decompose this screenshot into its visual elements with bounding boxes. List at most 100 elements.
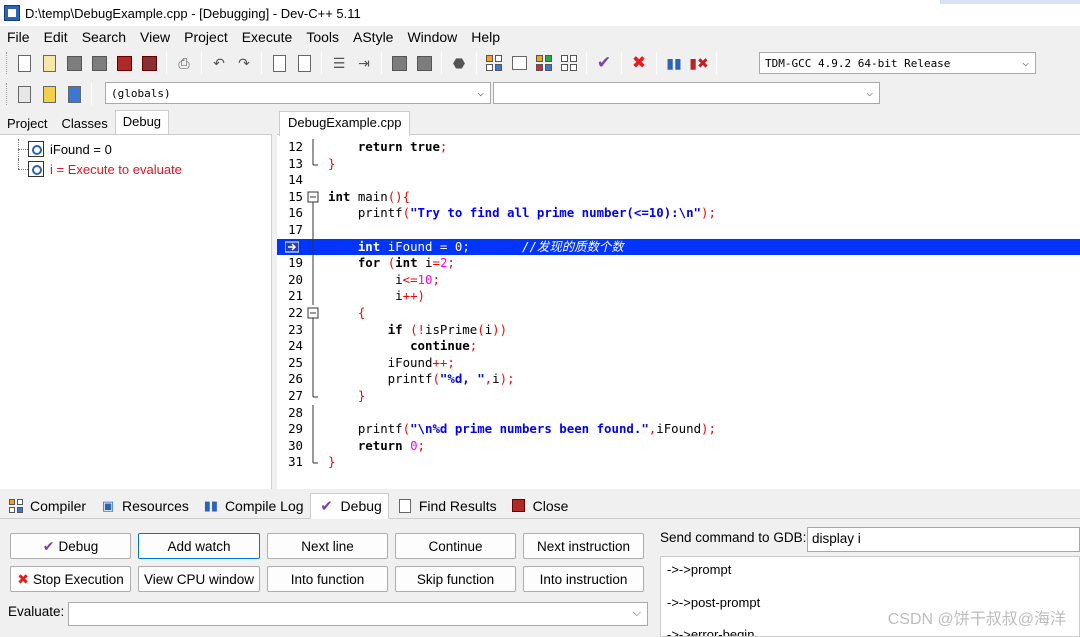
- skip-function-button[interactable]: Skip function: [395, 566, 516, 592]
- code-line[interactable]: 21 i++): [277, 288, 1080, 306]
- tab-compile-log[interactable]: ▮▮ Compile Log: [195, 493, 310, 519]
- fold-marker[interactable]: [307, 271, 321, 289]
- tab-compiler[interactable]: Compiler: [0, 493, 92, 519]
- gdb-command-input[interactable]: display i: [807, 527, 1080, 552]
- new-project-icon[interactable]: [388, 52, 410, 74]
- tab-debugexample-cpp[interactable]: DebugExample.cpp: [279, 111, 411, 136]
- continue-button[interactable]: Continue: [395, 533, 516, 559]
- code-line[interactable]: 26 printf("%d, ",i);: [277, 371, 1080, 389]
- tab-project[interactable]: Project: [0, 113, 54, 134]
- menu-project[interactable]: Project: [177, 29, 235, 45]
- into-instruction-button[interactable]: Into instruction: [523, 566, 644, 592]
- menu-file[interactable]: File: [0, 29, 37, 45]
- code-text[interactable]: continue;: [328, 338, 477, 355]
- open-file-icon[interactable]: [38, 52, 60, 74]
- menu-view[interactable]: View: [133, 29, 177, 45]
- code-line[interactable]: 17: [277, 222, 1080, 239]
- code-line[interactable]: 13}: [277, 155, 1080, 173]
- fold-marker[interactable]: [307, 288, 321, 306]
- tab-debug-output[interactable]: ✔ Debug: [309, 492, 389, 519]
- tab-debug[interactable]: Debug: [114, 110, 170, 134]
- project-options-icon[interactable]: ⬣: [448, 52, 470, 74]
- compile-run-icon[interactable]: [533, 52, 555, 74]
- code-editor[interactable]: DebugExample.cpp 12 return true; 13} 14 15 i…: [277, 111, 1080, 489]
- watch-item[interactable]: i = Execute to evaluate: [10, 159, 182, 179]
- fold-marker[interactable]: [307, 354, 321, 372]
- code-line[interactable]: 16 printf("Try to find all prime number(…: [277, 205, 1080, 223]
- scope-select[interactable]: (globals) ⌵: [105, 82, 491, 104]
- menu-search[interactable]: Search: [75, 29, 133, 45]
- fold-marker[interactable]: [307, 388, 321, 405]
- stop-execution-button[interactable]: ✖ Stop Execution: [10, 566, 131, 592]
- fold-marker[interactable]: [307, 238, 321, 256]
- code-text[interactable]: return 0;: [328, 438, 425, 455]
- code-line[interactable]: 27 }: [277, 388, 1080, 405]
- code-line[interactable]: 30 return 0;: [277, 437, 1080, 455]
- menu-astyle[interactable]: AStyle: [346, 29, 400, 45]
- fold-marker[interactable]: [307, 305, 321, 322]
- code-line[interactable]: 25 iFound++;: [277, 354, 1080, 372]
- close-all-icon[interactable]: [138, 52, 160, 74]
- code-line[interactable]: 24 continue;: [277, 338, 1080, 356]
- code-line[interactable]: 15 int main(){: [277, 189, 1080, 206]
- fold-marker[interactable]: [307, 172, 321, 189]
- fold-marker[interactable]: [307, 404, 321, 422]
- next-line-button[interactable]: Next line: [267, 533, 388, 559]
- code-line[interactable]: 29 printf("\n%d prime numbers been found…: [277, 421, 1080, 439]
- fold-marker[interactable]: [307, 421, 321, 439]
- compiler-select[interactable]: TDM-GCC 4.9.2 64-bit Release ⌵: [759, 52, 1036, 74]
- fold-marker[interactable]: [307, 255, 321, 273]
- code-text[interactable]: i<=10;: [328, 272, 440, 289]
- code-text[interactable]: printf("%d, ",i);: [328, 371, 515, 388]
- fold-marker[interactable]: [307, 437, 321, 455]
- tab-find-results[interactable]: Find Results: [389, 493, 503, 519]
- menu-tools[interactable]: Tools: [299, 29, 346, 45]
- fold-marker[interactable]: [307, 205, 321, 223]
- run-icon[interactable]: [508, 52, 530, 74]
- code-line[interactable]: 20 i<=10;: [277, 271, 1080, 289]
- goto-line-icon[interactable]: ⇥: [353, 52, 375, 74]
- next-instruction-button[interactable]: Next instruction: [523, 533, 644, 559]
- replace-icon[interactable]: [293, 52, 315, 74]
- stop-execution-icon[interactable]: ✖: [628, 52, 650, 74]
- rebuild-all-icon[interactable]: [558, 52, 580, 74]
- find-icon[interactable]: [268, 52, 290, 74]
- save-all-icon[interactable]: [88, 52, 110, 74]
- code-line[interactable]: 14: [277, 172, 1080, 189]
- tab-resources[interactable]: ▣ Resources: [92, 493, 195, 519]
- print-icon[interactable]: ⎙: [173, 52, 195, 74]
- code-text[interactable]: }: [328, 454, 335, 471]
- add-watch-button[interactable]: Add watch: [138, 533, 260, 559]
- new-file-icon[interactable]: [13, 52, 35, 74]
- watch-item[interactable]: iFound = 0: [10, 139, 182, 159]
- fold-marker[interactable]: [307, 189, 321, 206]
- evaluate-input[interactable]: ⌵: [68, 602, 648, 626]
- code-text[interactable]: iFound++;: [328, 355, 455, 372]
- code-line[interactable]: 23 if (!isPrime(i)): [277, 321, 1080, 339]
- code-line[interactable]: 28: [277, 404, 1080, 422]
- menu-edit[interactable]: Edit: [37, 29, 75, 45]
- save-icon[interactable]: [63, 52, 85, 74]
- profile-icon[interactable]: ▮▮: [663, 52, 685, 74]
- code-text[interactable]: if (!isPrime(i)): [328, 322, 507, 339]
- delete-profile-icon[interactable]: ▮✖: [688, 52, 710, 74]
- fold-marker[interactable]: [307, 155, 321, 173]
- tab-close[interactable]: Close: [503, 493, 575, 519]
- fold-marker[interactable]: [307, 321, 321, 339]
- function-select[interactable]: ⌵: [493, 82, 880, 104]
- code-text[interactable]: int main(){: [328, 189, 410, 206]
- code-line[interactable]: int iFound = 0; //发现的质数个数: [277, 238, 1080, 256]
- code-line[interactable]: 12 return true;: [277, 139, 1080, 156]
- code-text[interactable]: i++): [328, 288, 425, 305]
- fold-marker[interactable]: [307, 371, 321, 389]
- menu-help[interactable]: Help: [464, 29, 507, 45]
- code-text[interactable]: }: [328, 156, 335, 173]
- toggle-bookmark-icon[interactable]: [38, 83, 60, 105]
- add-to-project-icon[interactable]: [413, 52, 435, 74]
- syntax-check-icon[interactable]: ✔: [593, 52, 615, 74]
- fold-marker[interactable]: [307, 139, 321, 156]
- undo-icon[interactable]: ↶: [208, 52, 230, 74]
- view-cpu-window-button[interactable]: View CPU window: [138, 566, 260, 592]
- code-text[interactable]: for (int i=2;: [328, 255, 455, 272]
- into-function-button[interactable]: Into function: [267, 566, 388, 592]
